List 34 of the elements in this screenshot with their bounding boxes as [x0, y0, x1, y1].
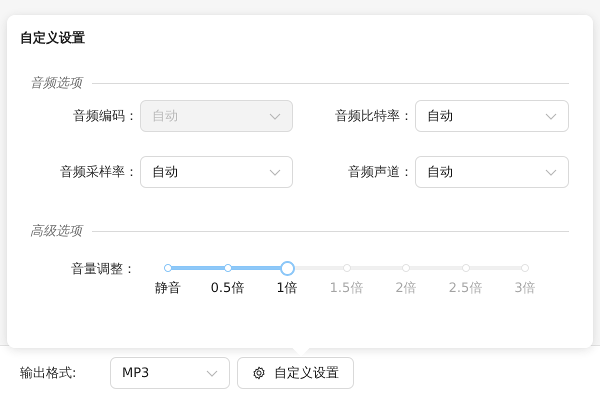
chevron-icon	[545, 112, 557, 120]
slider-stop[interactable]	[342, 264, 350, 272]
field-label: 音频采样率：	[59, 164, 139, 181]
section-title: 高级选项	[30, 223, 82, 240]
format-dropdown[interactable]: MP3	[110, 357, 230, 389]
slider-stop[interactable]	[521, 264, 529, 272]
chevron-icon	[269, 112, 281, 120]
slider-mark-label: 2倍	[395, 280, 417, 297]
chevron-icon	[545, 168, 557, 176]
slider-label: 音量调整：	[70, 261, 137, 279]
field-label: 音频比特率：	[334, 108, 414, 125]
slider-mark-label: 3倍	[514, 280, 536, 297]
custom-settings-button[interactable]: 自定义设置	[237, 357, 354, 389]
slider-stop[interactable]	[224, 264, 232, 272]
field-label: 音频编码：	[72, 108, 139, 125]
slider-stop[interactable]	[164, 264, 172, 272]
field-label: 音频声道：	[347, 164, 414, 181]
slider-stop[interactable]	[402, 264, 410, 272]
dropdown[interactable]: 自动	[415, 156, 569, 188]
slider-mark-label: 静音	[155, 280, 181, 297]
popover-title: 自定义设置	[20, 30, 86, 47]
output-format-label: 输出格式:	[20, 365, 78, 382]
section-title: 音频选项	[30, 75, 82, 92]
chevron-icon	[269, 168, 281, 176]
slider-mark-label: 2.5倍	[448, 280, 482, 297]
gear-icon	[252, 366, 266, 380]
chevron-icon	[206, 370, 218, 376]
dropdown[interactable]: 自动	[140, 156, 293, 188]
slider-thumb[interactable]	[280, 261, 295, 276]
slider-mark-label: 0.5倍	[210, 280, 244, 297]
slider-mark-label: 1.5倍	[330, 280, 364, 297]
slider-stop[interactable]	[462, 264, 470, 272]
dropdown[interactable]: 自动	[415, 100, 569, 132]
slider-mark-label: 1倍	[276, 280, 298, 297]
